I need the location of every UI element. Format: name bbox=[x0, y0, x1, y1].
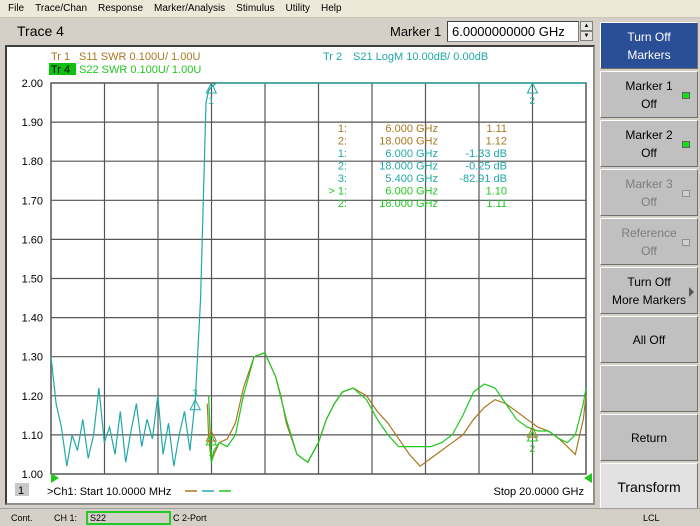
trace2-id[interactable]: Tr 2 bbox=[323, 51, 342, 63]
remote-status: LCL bbox=[643, 513, 660, 523]
softkey-turn-off-more-markers[interactable]: Turn Off More Markers bbox=[600, 267, 698, 314]
marker-row-number: 2: bbox=[338, 136, 347, 148]
y-tick-label: 1.30 bbox=[22, 352, 43, 364]
spin-up-icon[interactable]: ▲ bbox=[580, 21, 593, 31]
marker-row-value: 1.11 bbox=[486, 123, 507, 135]
softkey-return[interactable]: Return bbox=[600, 414, 698, 461]
channel-label: CH 1: bbox=[54, 513, 78, 523]
marker-label: 1 bbox=[208, 448, 214, 459]
softkey-marker-1-off[interactable]: Marker 1 Off bbox=[600, 71, 698, 118]
y-tick-label: 1.60 bbox=[22, 234, 43, 246]
trace4-id[interactable]: Tr 4 bbox=[51, 64, 70, 76]
trace2-desc: S21 LogM 10.00dB/ 0.00dB bbox=[353, 51, 488, 63]
marker-row-number: > 1: bbox=[328, 186, 347, 198]
marker-row-value: 1.11 bbox=[486, 198, 507, 210]
softkey-label-line1: Turn Off bbox=[627, 274, 671, 289]
menu-item-stimulus[interactable]: Stimulus bbox=[236, 3, 274, 14]
softkey-transform[interactable]: Transform bbox=[600, 463, 698, 510]
menu-item-help[interactable]: Help bbox=[321, 3, 342, 14]
marker-row-frequency: 6.000 GHz bbox=[385, 148, 438, 160]
trace1-desc: S11 SWR 0.100U/ 1.00U bbox=[79, 51, 201, 63]
softkey-label-line1: Turn Off bbox=[627, 29, 671, 44]
marker-row-frequency: 18.000 GHz bbox=[379, 136, 438, 148]
menu-item-utility[interactable]: Utility bbox=[286, 3, 310, 14]
y-tick-label: 1.50 bbox=[22, 274, 43, 286]
marker-row-number: 1: bbox=[338, 123, 347, 135]
status-bar: Cont. CH 1: S22 C 2-Port LCL bbox=[0, 508, 700, 526]
active-parameter[interactable]: S22 bbox=[86, 511, 171, 525]
y-tick-label: 1.00 bbox=[22, 469, 43, 481]
softkey-blank[interactable] bbox=[600, 365, 698, 412]
softkey-label-line2: More Markers bbox=[611, 292, 686, 307]
status-led-icon bbox=[682, 141, 690, 148]
submenu-arrow-icon bbox=[689, 287, 694, 297]
y-tick-label: 1.20 bbox=[22, 391, 43, 403]
softkey-panel: Turn Off Markers Marker 1 Off Marker 2 Off Mar… bbox=[598, 18, 700, 510]
softkey-label-line1: Return bbox=[630, 430, 668, 445]
sweep-mode: Cont. bbox=[11, 513, 33, 523]
sweep-start[interactable]: >Ch1: Start 10.0000 MHz bbox=[47, 486, 171, 498]
status-led-icon bbox=[682, 239, 690, 246]
softkey-turn-off-markers[interactable]: Turn Off Markers bbox=[600, 22, 698, 69]
active-trace-title: Trace 4 bbox=[17, 23, 64, 39]
marker-row-frequency: 18.000 GHz bbox=[379, 161, 438, 173]
chart-svg: 2.00 1.90 1.80 1.70 1.60 1.50 1.40 1.30 1.20 1.10… bbox=[15, 51, 592, 498]
marker-row-frequency: 5.400 GHz bbox=[385, 173, 438, 185]
softkey-all-off[interactable]: All Off bbox=[600, 316, 698, 363]
marker-row-value: -0.25 dB bbox=[465, 161, 507, 173]
softkey-marker-3-off[interactable]: Marker 3 Off bbox=[600, 169, 698, 216]
y-tick-label: 1.70 bbox=[22, 195, 43, 207]
marker-row-frequency: 6.000 GHz bbox=[385, 186, 438, 198]
marker-row-value: 1.10 bbox=[486, 186, 507, 198]
softkey-label-line1: All Off bbox=[632, 332, 666, 347]
marker-row-frequency: 6.000 GHz bbox=[385, 123, 438, 135]
menu-bar: File Trace/Chan Response Marker/Analysis Sti… bbox=[0, 0, 700, 18]
y-tick-label: 1.10 bbox=[22, 430, 43, 442]
y-axis-ticks: 2.00 1.90 1.80 1.70 1.60 1.50 1.40 1.30 1.20 1.10… bbox=[22, 78, 43, 481]
softkey-label-line2: Markers bbox=[627, 47, 671, 62]
y-tick-label: 2.00 bbox=[22, 78, 43, 90]
trace1-id[interactable]: Tr 1 bbox=[51, 51, 70, 63]
menu-item-trace-chan[interactable]: Trace/Chan bbox=[35, 3, 87, 14]
toolbar: Trace 4 Marker 1 6.0000000000 GHz ▲ ▼ bbox=[0, 18, 598, 46]
status-led-icon bbox=[682, 92, 690, 99]
marker-row-value: -82.91 dB bbox=[459, 173, 507, 185]
softkey-label-line1: Transform bbox=[617, 478, 681, 495]
y-tick-label: 1.80 bbox=[22, 156, 43, 168]
menu-item-file[interactable]: File bbox=[8, 3, 24, 14]
marker-row-number: 3: bbox=[338, 173, 347, 185]
marker-label: 2 bbox=[529, 444, 535, 455]
marker-spinner[interactable]: ▲ ▼ bbox=[580, 21, 593, 42]
marker-label: 2 bbox=[529, 96, 535, 107]
marker-row-number: 1: bbox=[338, 148, 347, 160]
marker-label: 3 bbox=[192, 389, 198, 400]
marker-row-number: 2: bbox=[338, 161, 347, 173]
calibration-status: C 2-Port bbox=[173, 513, 207, 523]
marker-row-value: 1.12 bbox=[486, 136, 507, 148]
menu-item-marker-analysis[interactable]: Marker/Analysis bbox=[154, 3, 225, 14]
marker-row-value: -1.33 dB bbox=[465, 148, 507, 160]
marker-row-number: 2: bbox=[338, 198, 347, 210]
marker-row-frequency: 18.000 GHz bbox=[379, 198, 438, 210]
marker-readout-table: 1: 6.000 GHz 1.11 2: 18.000 GHz 1.12 1: 6.000 G… bbox=[328, 123, 507, 210]
marker-frequency-input[interactable]: 6.0000000000 GHz bbox=[447, 21, 579, 42]
marker-label: 1 bbox=[208, 96, 214, 107]
softkey-reference-off[interactable]: Reference Off bbox=[600, 218, 698, 265]
softkey-marker-2-off[interactable]: Marker 2 Off bbox=[600, 120, 698, 167]
chart-window: 2.00 1.90 1.80 1.70 1.60 1.50 1.40 1.30 1.20 1.10… bbox=[5, 45, 595, 505]
marker-field-label: Marker 1 bbox=[390, 24, 442, 39]
sweep-stop[interactable]: Stop 20.0000 GHz bbox=[493, 486, 584, 498]
status-led-icon bbox=[682, 190, 690, 197]
y-tick-label: 1.90 bbox=[22, 117, 43, 129]
trace4-desc: S22 SWR 0.100U/ 1.00U bbox=[79, 64, 201, 76]
channel-number: 1 bbox=[18, 485, 24, 497]
menu-item-response[interactable]: Response bbox=[98, 3, 143, 14]
spin-down-icon[interactable]: ▼ bbox=[580, 31, 593, 41]
y-tick-label: 1.40 bbox=[22, 313, 43, 325]
